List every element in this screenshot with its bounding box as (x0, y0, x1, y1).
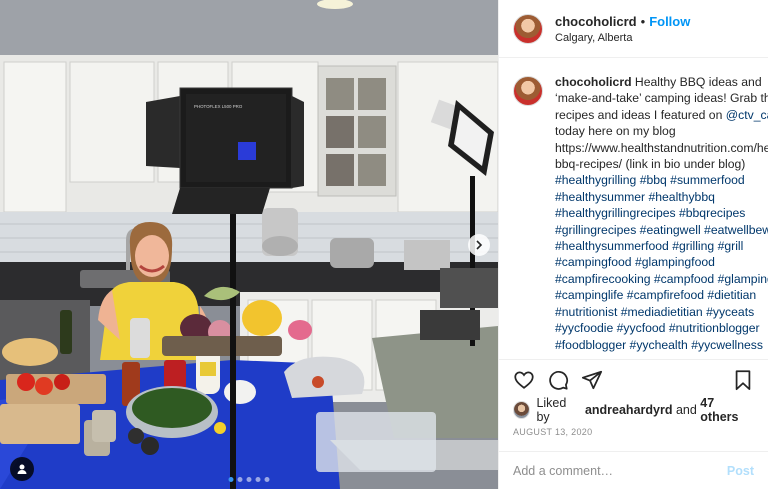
carousel-dot (237, 477, 243, 482)
bookmark-icon (735, 369, 751, 390)
instagram-post: PHOTOFLEX L500 PRO chocoholicrd • Follow… (0, 0, 768, 489)
separator-dot: • (640, 13, 646, 29)
chevron-right-icon (476, 240, 483, 250)
caption-author-avatar[interactable] (513, 76, 543, 106)
carousel-dot (255, 477, 261, 482)
author-row: chocoholicrd • Follow (555, 14, 690, 29)
post-location[interactable]: Calgary, Alberta (555, 32, 690, 44)
action-bar (499, 359, 768, 399)
save-button[interactable] (730, 367, 756, 393)
carousel-next-button[interactable] (468, 234, 490, 256)
carousel-dot (264, 477, 270, 482)
comment-icon (549, 370, 569, 390)
follow-button[interactable]: Follow (649, 14, 690, 29)
tagged-users-button[interactable] (10, 457, 34, 481)
author-username[interactable]: chocoholicrd (555, 14, 637, 29)
likes-summary: Liked by andreahardyrd and 47 others (499, 396, 768, 424)
caption-username[interactable]: chocoholicrd (555, 75, 632, 89)
likes-prefix: Liked by (536, 396, 567, 424)
caption-text-part: today here on my blog https://www.health… (555, 124, 768, 172)
share-button[interactable] (579, 367, 605, 393)
liker-avatar[interactable] (513, 401, 531, 419)
comment-input[interactable] (513, 463, 727, 478)
caption-section: chocoholicrd Healthy BBQ ideas and ‘make… (499, 58, 768, 359)
comment-box: Post (499, 451, 768, 489)
likes-middle: and (672, 403, 701, 417)
like-button[interactable] (511, 367, 537, 393)
share-icon (581, 370, 603, 389)
post-comment-button[interactable]: Post (727, 464, 754, 478)
liker-username[interactable]: andreahardyrd (585, 403, 673, 417)
caption-text: chocoholicrd Healthy BBQ ideas and ‘make… (555, 74, 768, 359)
carousel-indicator (228, 477, 270, 482)
post-header-text: chocoholicrd • Follow Calgary, Alberta (555, 14, 690, 44)
kitchen-scene-image: PHOTOFLEX L500 PRO (0, 0, 498, 489)
carousel-dot (228, 477, 234, 482)
likes-count[interactable]: 47 others (700, 396, 754, 424)
post-date[interactable]: AUGUST 13, 2020 (499, 421, 768, 451)
post-sidebar: chocoholicrd • Follow Calgary, Alberta c… (498, 0, 768, 489)
light-panel-label: PHOTOFLEX L500 PRO (194, 104, 243, 109)
post-header: chocoholicrd • Follow Calgary, Alberta (499, 0, 768, 58)
comment-button[interactable] (545, 367, 571, 393)
caption-hashtags[interactable]: #healthygrilling #bbq #summerfood #healt… (555, 173, 768, 351)
author-avatar[interactable] (513, 13, 543, 44)
user-tag-icon (17, 464, 27, 474)
heart-icon (514, 371, 534, 389)
post-photo[interactable]: PHOTOFLEX L500 PRO (0, 0, 498, 489)
caption-mention[interactable]: @ctv_calgary (726, 108, 768, 122)
carousel-dot (246, 477, 252, 482)
